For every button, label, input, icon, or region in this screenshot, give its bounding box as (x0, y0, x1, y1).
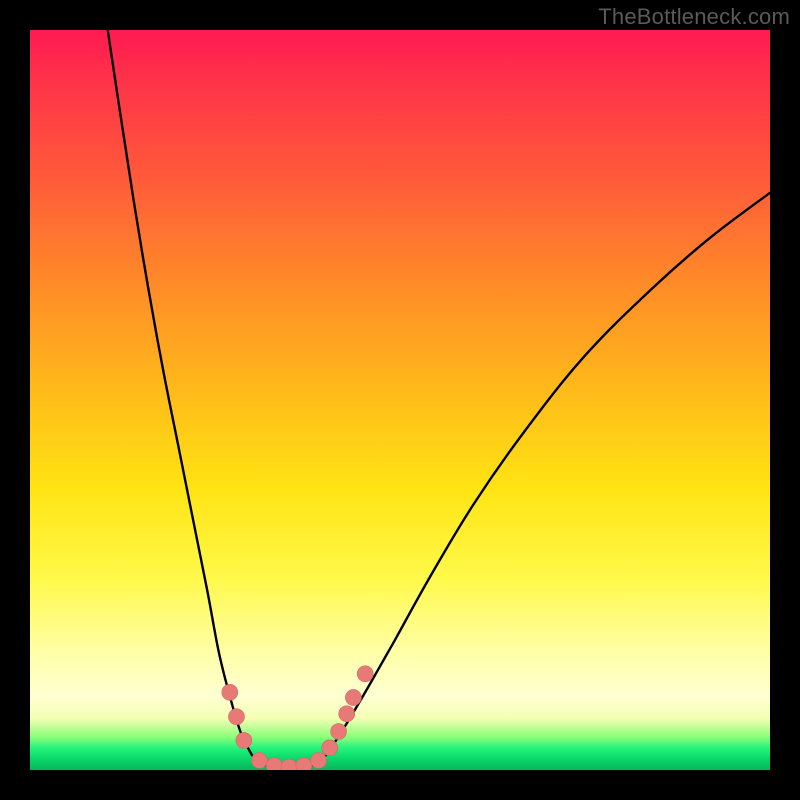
highlight-dot (236, 732, 252, 748)
curve-layer (30, 30, 770, 770)
highlight-dot (357, 666, 373, 682)
curve-right-branch (326, 193, 770, 755)
highlight-dot (266, 758, 282, 770)
highlight-dots-group (222, 666, 373, 770)
highlight-dot (228, 709, 244, 725)
highlight-dot (281, 759, 297, 770)
highlight-dot (345, 689, 361, 705)
highlight-dot (331, 724, 347, 740)
watermark-text: TheBottleneck.com (598, 4, 790, 30)
highlight-dot (251, 752, 267, 768)
curve-left-branch (108, 30, 252, 755)
chart-frame: TheBottleneck.com (0, 0, 800, 800)
highlight-dot (339, 706, 355, 722)
highlight-dot (311, 752, 327, 768)
highlight-dot (322, 740, 338, 756)
highlight-dot (222, 684, 238, 700)
highlight-dot (296, 758, 312, 770)
plot-area (30, 30, 770, 770)
